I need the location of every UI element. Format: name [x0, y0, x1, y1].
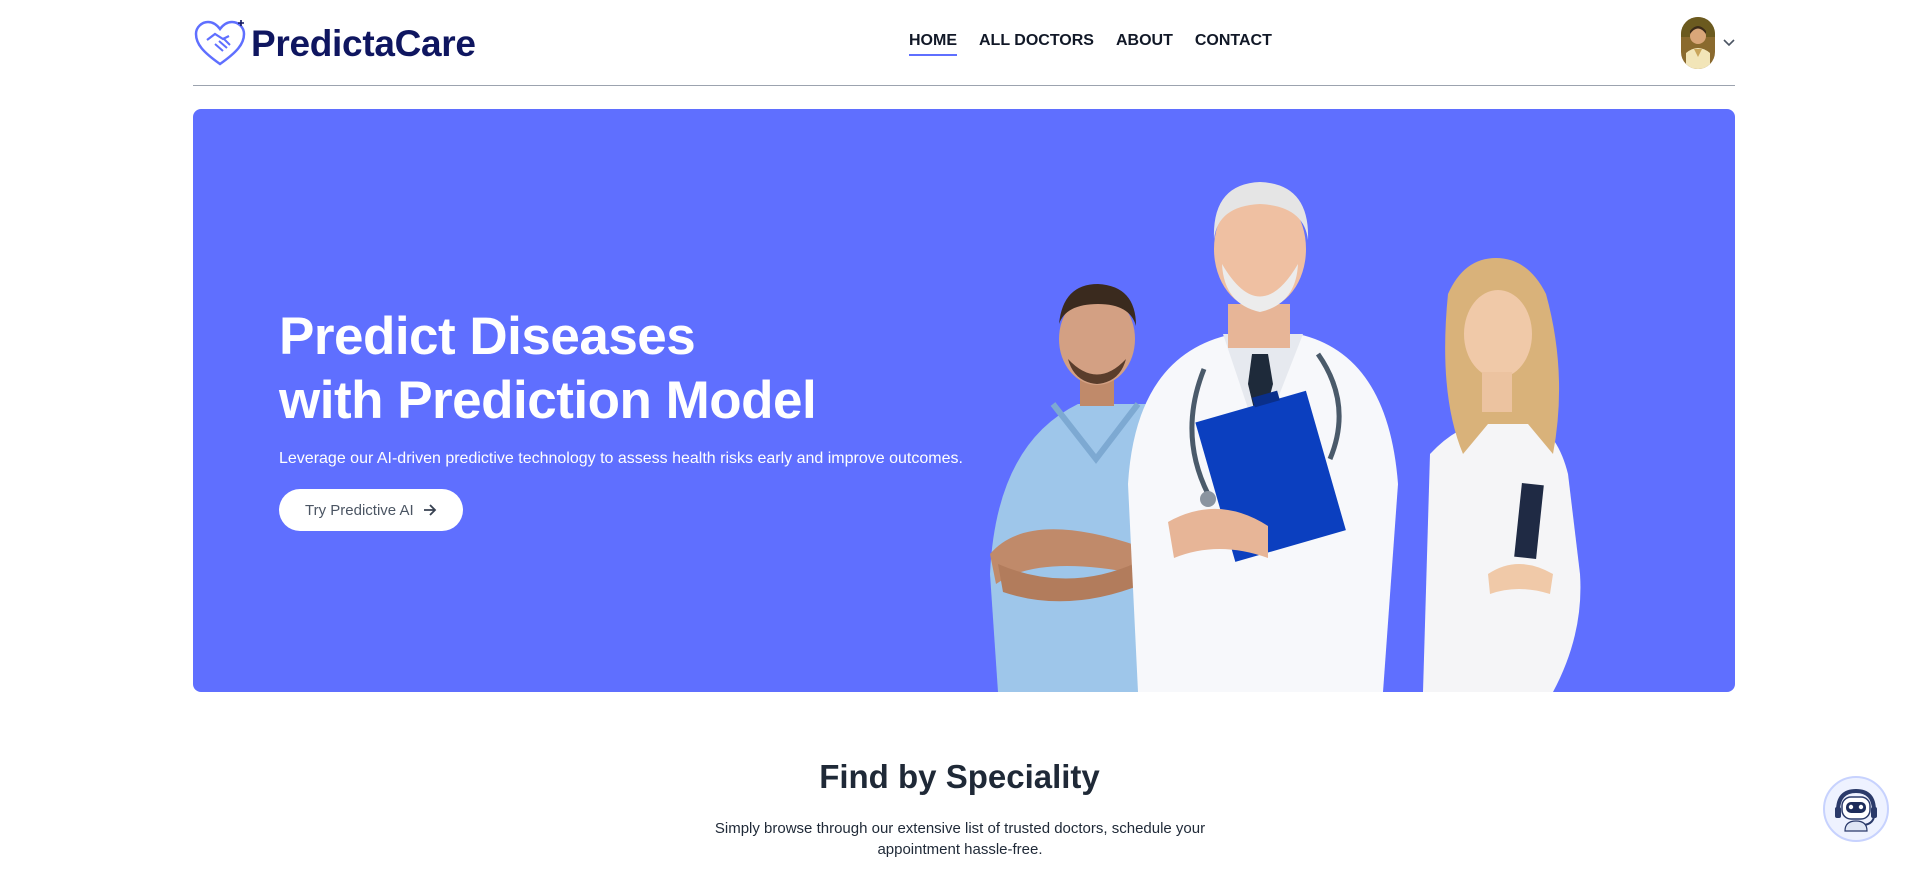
- main-nav: HOME ALL DOCTORS ABOUT CONTACT: [909, 32, 1272, 56]
- doctor-center-illustration: [1128, 182, 1398, 692]
- try-predictive-ai-label: Try Predictive AI: [305, 501, 414, 519]
- nav-all-doctors[interactable]: ALL DOCTORS: [979, 32, 1094, 56]
- hero-title-line1: Predict Diseases: [279, 307, 696, 366]
- avatar[interactable]: [1681, 17, 1715, 69]
- brand-logo[interactable]: PredictaCare: [193, 18, 476, 70]
- profile-menu[interactable]: [1681, 17, 1735, 69]
- speciality-title: Find by Speciality: [819, 758, 1100, 795]
- hero-banner: Predict Diseases with Prediction Model L…: [193, 109, 1735, 692]
- doctors-group-image: [990, 182, 1581, 692]
- doctor-right-illustration: [1423, 258, 1581, 692]
- hero-title-line2: with Prediction Model: [279, 371, 817, 430]
- nav-contact[interactable]: CONTACT: [1195, 32, 1272, 56]
- brand-name: PredictaCare: [251, 23, 476, 64]
- site-header: PredictaCare HOME ALL DOCTORS ABOUT CONT…: [193, 0, 1735, 86]
- chatbot-button[interactable]: [1823, 776, 1889, 842]
- arrow-right-icon: [423, 504, 436, 516]
- nav-about[interactable]: ABOUT: [1116, 32, 1173, 56]
- robot-icon: [1835, 788, 1877, 832]
- try-predictive-ai-button[interactable]: Try Predictive AI: [279, 489, 463, 531]
- hero-subtitle: Leverage our AI-driven predictive techno…: [279, 450, 963, 467]
- heart-handshake-icon: [194, 20, 246, 66]
- nav-home[interactable]: HOME: [909, 32, 957, 56]
- hero-title: Predict Diseases with Prediction Model: [279, 305, 817, 433]
- chevron-down-icon: [1723, 39, 1735, 47]
- speciality-description: Simply browse through our extensive list…: [714, 820, 1206, 858]
